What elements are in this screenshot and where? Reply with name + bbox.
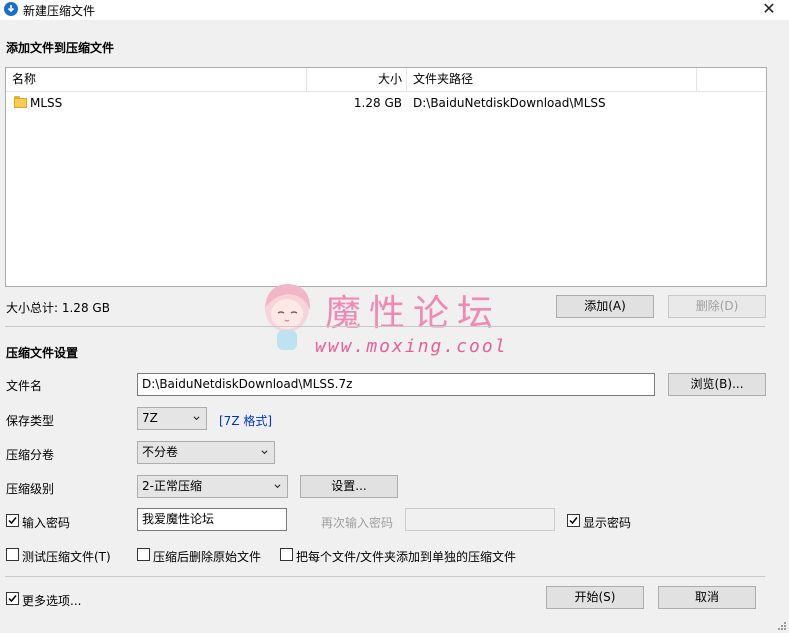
- resize-grip-icon[interactable]: [777, 621, 787, 631]
- column-header-size[interactable]: 大小: [307, 68, 407, 91]
- divider: [5, 326, 765, 327]
- reenter-password-label: 再次输入密码: [321, 516, 394, 530]
- delete-button[interactable]: 删除(D): [668, 295, 766, 318]
- level-label: 压缩级别: [6, 482, 55, 496]
- footer-divider: [5, 576, 765, 577]
- file-list-header: 名称 大小 文件夹路径: [6, 68, 766, 92]
- format-link[interactable]: [7Z 格式]: [219, 412, 272, 429]
- checkmark-icon: [8, 595, 17, 603]
- filename-label: 文件名: [6, 379, 43, 393]
- reenter-password-input[interactable]: [405, 508, 555, 531]
- column-header-name[interactable]: 名称: [6, 68, 307, 91]
- level-dropdown[interactable]: 2-正常压缩: [137, 475, 288, 498]
- close-icon: ✕: [762, 0, 776, 18]
- type-label: 保存类型: [6, 414, 55, 428]
- checkmark-icon: [569, 517, 578, 525]
- file-list[interactable]: 名称 大小 文件夹路径 MLSS 1.28 GB D:\BaiduNetdisk…: [5, 67, 767, 287]
- delete-after-checkbox[interactable]: [137, 548, 150, 561]
- start-button[interactable]: 开始(S): [546, 586, 644, 609]
- watermark: 魔性论坛 www.moxing.cool: [255, 278, 535, 360]
- show-password-checkbox[interactable]: [567, 514, 580, 527]
- split-dropdown-value: 不分卷: [142, 445, 179, 459]
- password-checkbox[interactable]: [6, 514, 19, 527]
- checkmark-icon: [8, 517, 17, 525]
- test-archive-label[interactable]: 测试压缩文件(T): [22, 548, 111, 565]
- file-row[interactable]: MLSS 1.28 GB D:\BaiduNetdiskDownload\MLS…: [6, 92, 766, 114]
- level-settings-button[interactable]: 设置...: [300, 475, 398, 498]
- type-dropdown[interactable]: 7Z: [137, 407, 207, 430]
- folder-icon: [14, 96, 27, 109]
- app-icon: [4, 2, 18, 16]
- separate-archives-checkbox[interactable]: [280, 548, 293, 561]
- cancel-button[interactable]: 取消: [658, 586, 756, 609]
- show-password-label[interactable]: 显示密码: [583, 514, 631, 531]
- chevron-down-icon: [261, 450, 268, 455]
- file-size: 1.28 GB: [353, 96, 402, 110]
- chevron-down-icon: [274, 484, 281, 489]
- column-header-path[interactable]: 文件夹路径: [407, 68, 697, 91]
- chevron-down-icon: [193, 416, 200, 421]
- test-archive-checkbox[interactable]: [6, 548, 19, 561]
- password-input[interactable]: 我爱魔性论坛: [137, 508, 287, 531]
- watermark-url: www.moxing.cool: [315, 336, 508, 357]
- browse-button[interactable]: 浏览(B)...: [668, 373, 766, 396]
- total-size-label: 大小总计: 1.28 GB: [6, 301, 110, 315]
- settings-section-title: 压缩文件设置: [6, 346, 79, 360]
- type-dropdown-value: 7Z: [142, 411, 158, 425]
- watermark-title: 魔性论坛: [325, 293, 502, 334]
- files-section-title: 添加文件到压缩文件: [6, 41, 115, 55]
- more-options-label[interactable]: 更多选项...: [22, 592, 81, 609]
- password-checkbox-label[interactable]: 输入密码: [22, 514, 70, 531]
- separate-archives-label[interactable]: 把每个文件/文件夹添加到单独的压缩文件: [296, 548, 516, 565]
- close-button[interactable]: ✕: [749, 0, 789, 20]
- split-label: 压缩分卷: [6, 448, 55, 462]
- more-options-checkbox[interactable]: [6, 592, 19, 605]
- title-bar: 新建压缩文件 ✕: [0, 0, 789, 20]
- add-button[interactable]: 添加(A): [556, 295, 654, 318]
- file-name: MLSS: [30, 96, 63, 110]
- level-dropdown-value: 2-正常压缩: [142, 479, 202, 493]
- filename-input[interactable]: D:\BaiduNetdiskDownload\MLSS.7z: [137, 373, 655, 396]
- split-dropdown[interactable]: 不分卷: [137, 441, 275, 464]
- file-path: D:\BaiduNetdiskDownload\MLSS: [413, 96, 606, 110]
- delete-after-label[interactable]: 压缩后删除原始文件: [153, 548, 261, 565]
- window-title: 新建压缩文件: [23, 4, 96, 18]
